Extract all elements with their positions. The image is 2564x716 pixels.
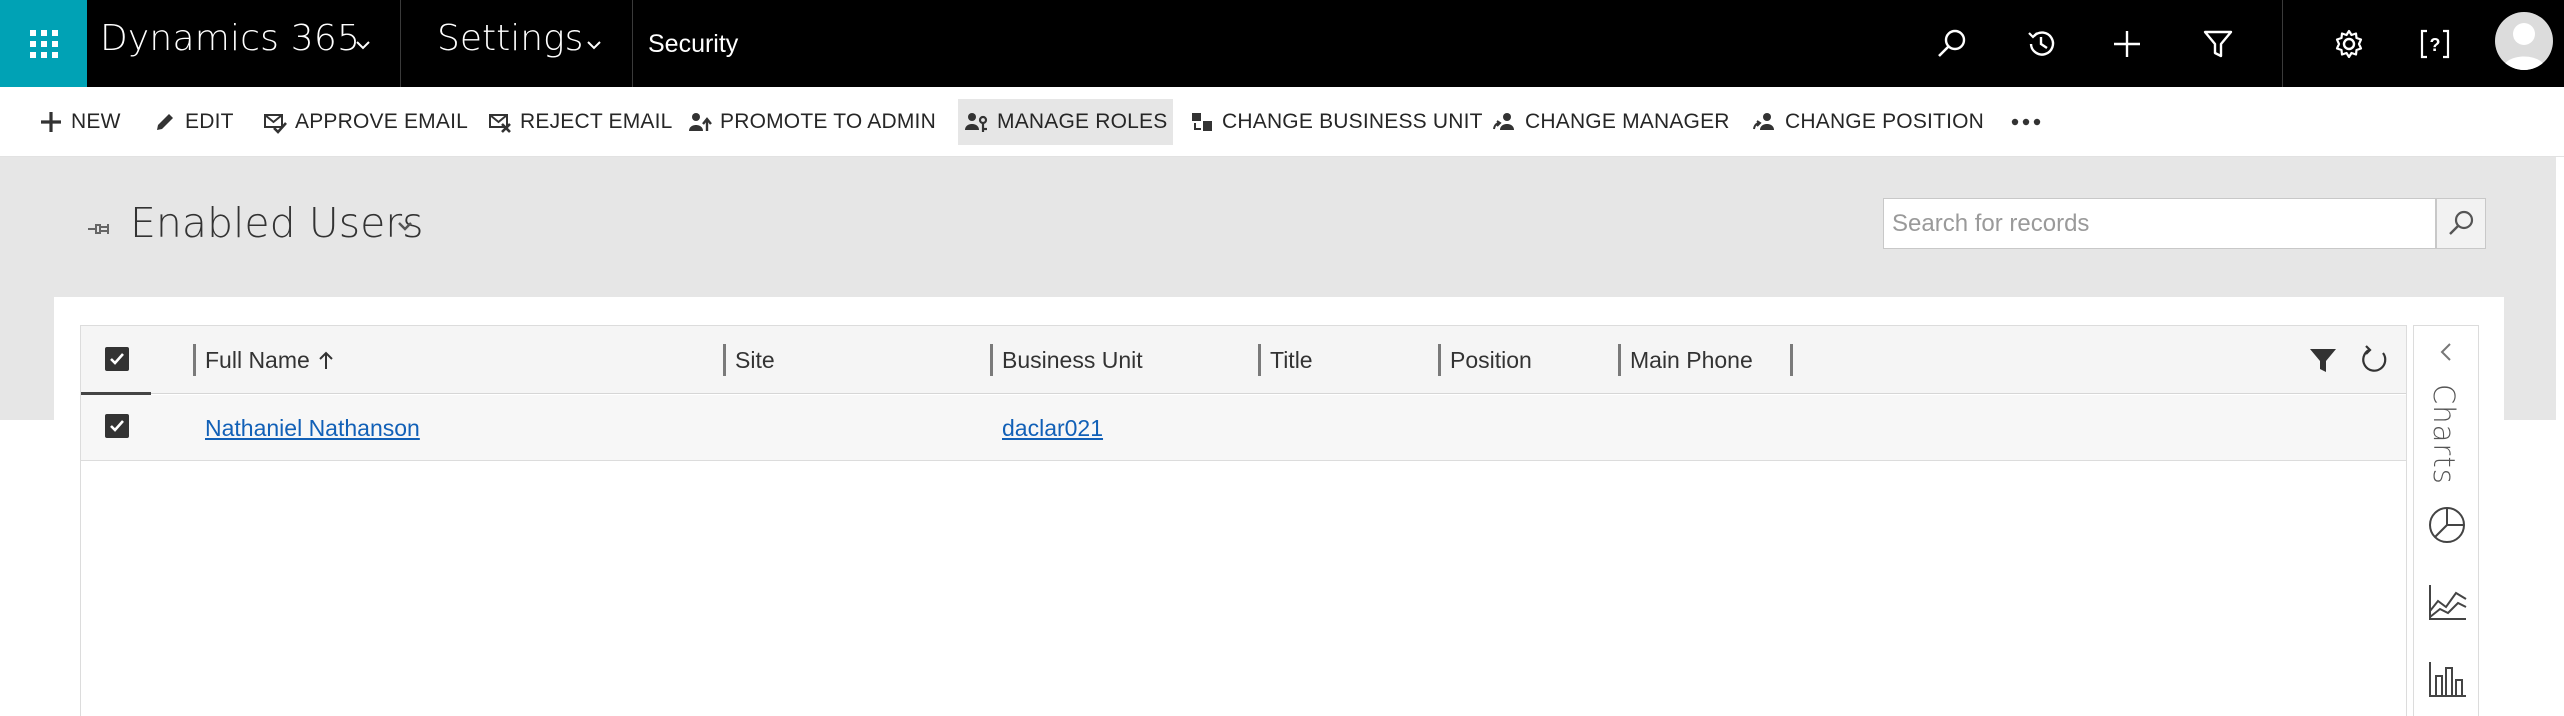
search-input[interactable] [1883,198,2436,249]
gear-icon[interactable] [2332,27,2366,61]
column-label: Position [1450,346,1532,373]
column-label: Full Name [205,346,310,373]
area-chart-icon[interactable] [2426,581,2468,623]
person-icon [2502,23,2546,70]
business-unit-link[interactable]: daclar021 [1002,415,1103,442]
bar-chart-icon[interactable] [2426,658,2468,700]
app-launcher-button[interactable] [0,0,87,87]
manage-roles-icon [965,113,988,132]
change-position-button[interactable]: CHANGE POSITION [1746,99,1990,145]
chevron-left-icon[interactable] [2436,340,2456,364]
change-manager-icon [1493,113,1514,130]
edit-button[interactable]: EDIT [146,99,240,145]
column-divider[interactable] [1790,344,1793,376]
manage-roles-label: MANAGE ROLES [997,110,1168,133]
charts-pane: Charts [2413,325,2479,716]
advanced-find-icon[interactable] [2201,27,2235,61]
search-icon [2449,210,2474,235]
records-grid: Full Name Site Business Unit Title Posit… [80,325,2407,716]
column-divider[interactable] [1438,344,1441,376]
checkmark-icon [110,353,124,365]
breadcrumb[interactable]: Security [648,30,738,59]
column-label: Site [735,346,775,373]
column-divider[interactable] [1618,344,1621,376]
refresh-icon[interactable] [2359,344,2391,376]
promote-to-admin-label: PROMOTE TO ADMIN [720,110,936,133]
reject-email-button[interactable]: REJECT EMAIL [481,99,679,145]
view-title[interactable]: Enabled Users [130,199,424,247]
new-button[interactable]: NEW [32,99,127,145]
select-all-checkbox[interactable] [105,347,129,371]
column-label: Main Phone [1630,346,1753,373]
column-header-title[interactable]: Title [1258,326,1313,394]
area-name[interactable]: Settings [437,18,583,59]
nav-divider [632,0,633,87]
column-divider[interactable] [723,344,726,376]
column-header-site[interactable]: Site [723,326,775,394]
change-business-unit-icon [1192,113,1212,131]
column-divider[interactable] [990,344,993,376]
search-button[interactable] [2436,198,2486,249]
column-header-main-phone[interactable]: Main Phone [1618,326,1753,394]
pie-chart-icon[interactable] [2426,504,2468,546]
full-name-link[interactable]: Nathaniel Nathanson [205,415,420,442]
svg-text:?: ? [2430,35,2441,55]
app-name[interactable]: Dynamics 365 [100,18,360,59]
promote-to-admin-button[interactable]: PROMOTE TO ADMIN [681,99,942,145]
filter-icon[interactable] [2307,344,2339,376]
search-icon[interactable] [1935,27,1969,61]
sort-ascending-icon [319,351,333,369]
change-business-unit-button[interactable]: CHANGE BUSINESS UNIT [1183,99,1489,145]
column-header-business-unit[interactable]: Business Unit [990,326,1143,394]
pin-icon[interactable] [86,216,112,242]
column-label: Business Unit [1002,346,1143,373]
new-record-icon[interactable] [2110,27,2144,61]
pencil-icon [157,114,173,130]
waffle-icon [29,29,58,58]
chevron-down-icon[interactable] [585,36,603,54]
column-header-position[interactable]: Position [1438,326,1532,394]
column-header-full-name[interactable]: Full Name [193,326,334,394]
approve-email-label: APPROVE EMAIL [295,110,468,133]
chevron-down-icon[interactable] [354,36,372,54]
table-row[interactable]: Nathaniel Nathanson daclar021 [81,395,2406,461]
change-manager-label: CHANGE MANAGER [1525,110,1730,133]
help-icon[interactable]: ? [2418,27,2452,61]
new-label: NEW [71,110,121,133]
chevron-down-icon[interactable] [396,217,414,235]
row-checkbox[interactable] [105,414,129,438]
approve-email-button[interactable]: APPROVE EMAIL [256,99,474,145]
command-bar: NEW EDIT APPROVE EMAIL REJECT EMAIL PROM… [0,87,2564,157]
edit-label: EDIT [185,110,234,133]
column-divider[interactable] [1258,344,1261,376]
promote-user-icon [689,113,712,131]
more-commands-icon[interactable] [2008,109,2044,135]
change-position-icon [1753,113,1774,130]
grid-header: Full Name Site Business Unit Title Posit… [81,326,2406,395]
reject-email-label: REJECT EMAIL [520,110,673,133]
change-position-label: CHANGE POSITION [1785,110,1985,133]
column-label: Title [1270,346,1313,373]
user-avatar[interactable] [2495,12,2553,70]
recent-icon[interactable] [2024,27,2058,61]
reject-email-icon [489,114,511,133]
nav-divider [2282,0,2283,87]
checkmark-icon [110,420,124,432]
top-navigation-bar: Dynamics 365 Settings Security ? [0,0,2564,87]
column-divider[interactable] [193,344,196,376]
approve-email-icon [264,114,287,134]
charts-label[interactable]: Charts [2427,384,2461,485]
change-manager-button[interactable]: CHANGE MANAGER [1486,99,1736,145]
change-business-unit-label: CHANGE BUSINESS UNIT [1222,110,1483,133]
nav-divider [400,0,401,87]
manage-roles-button[interactable]: MANAGE ROLES [958,99,1174,145]
plus-icon [41,112,61,132]
